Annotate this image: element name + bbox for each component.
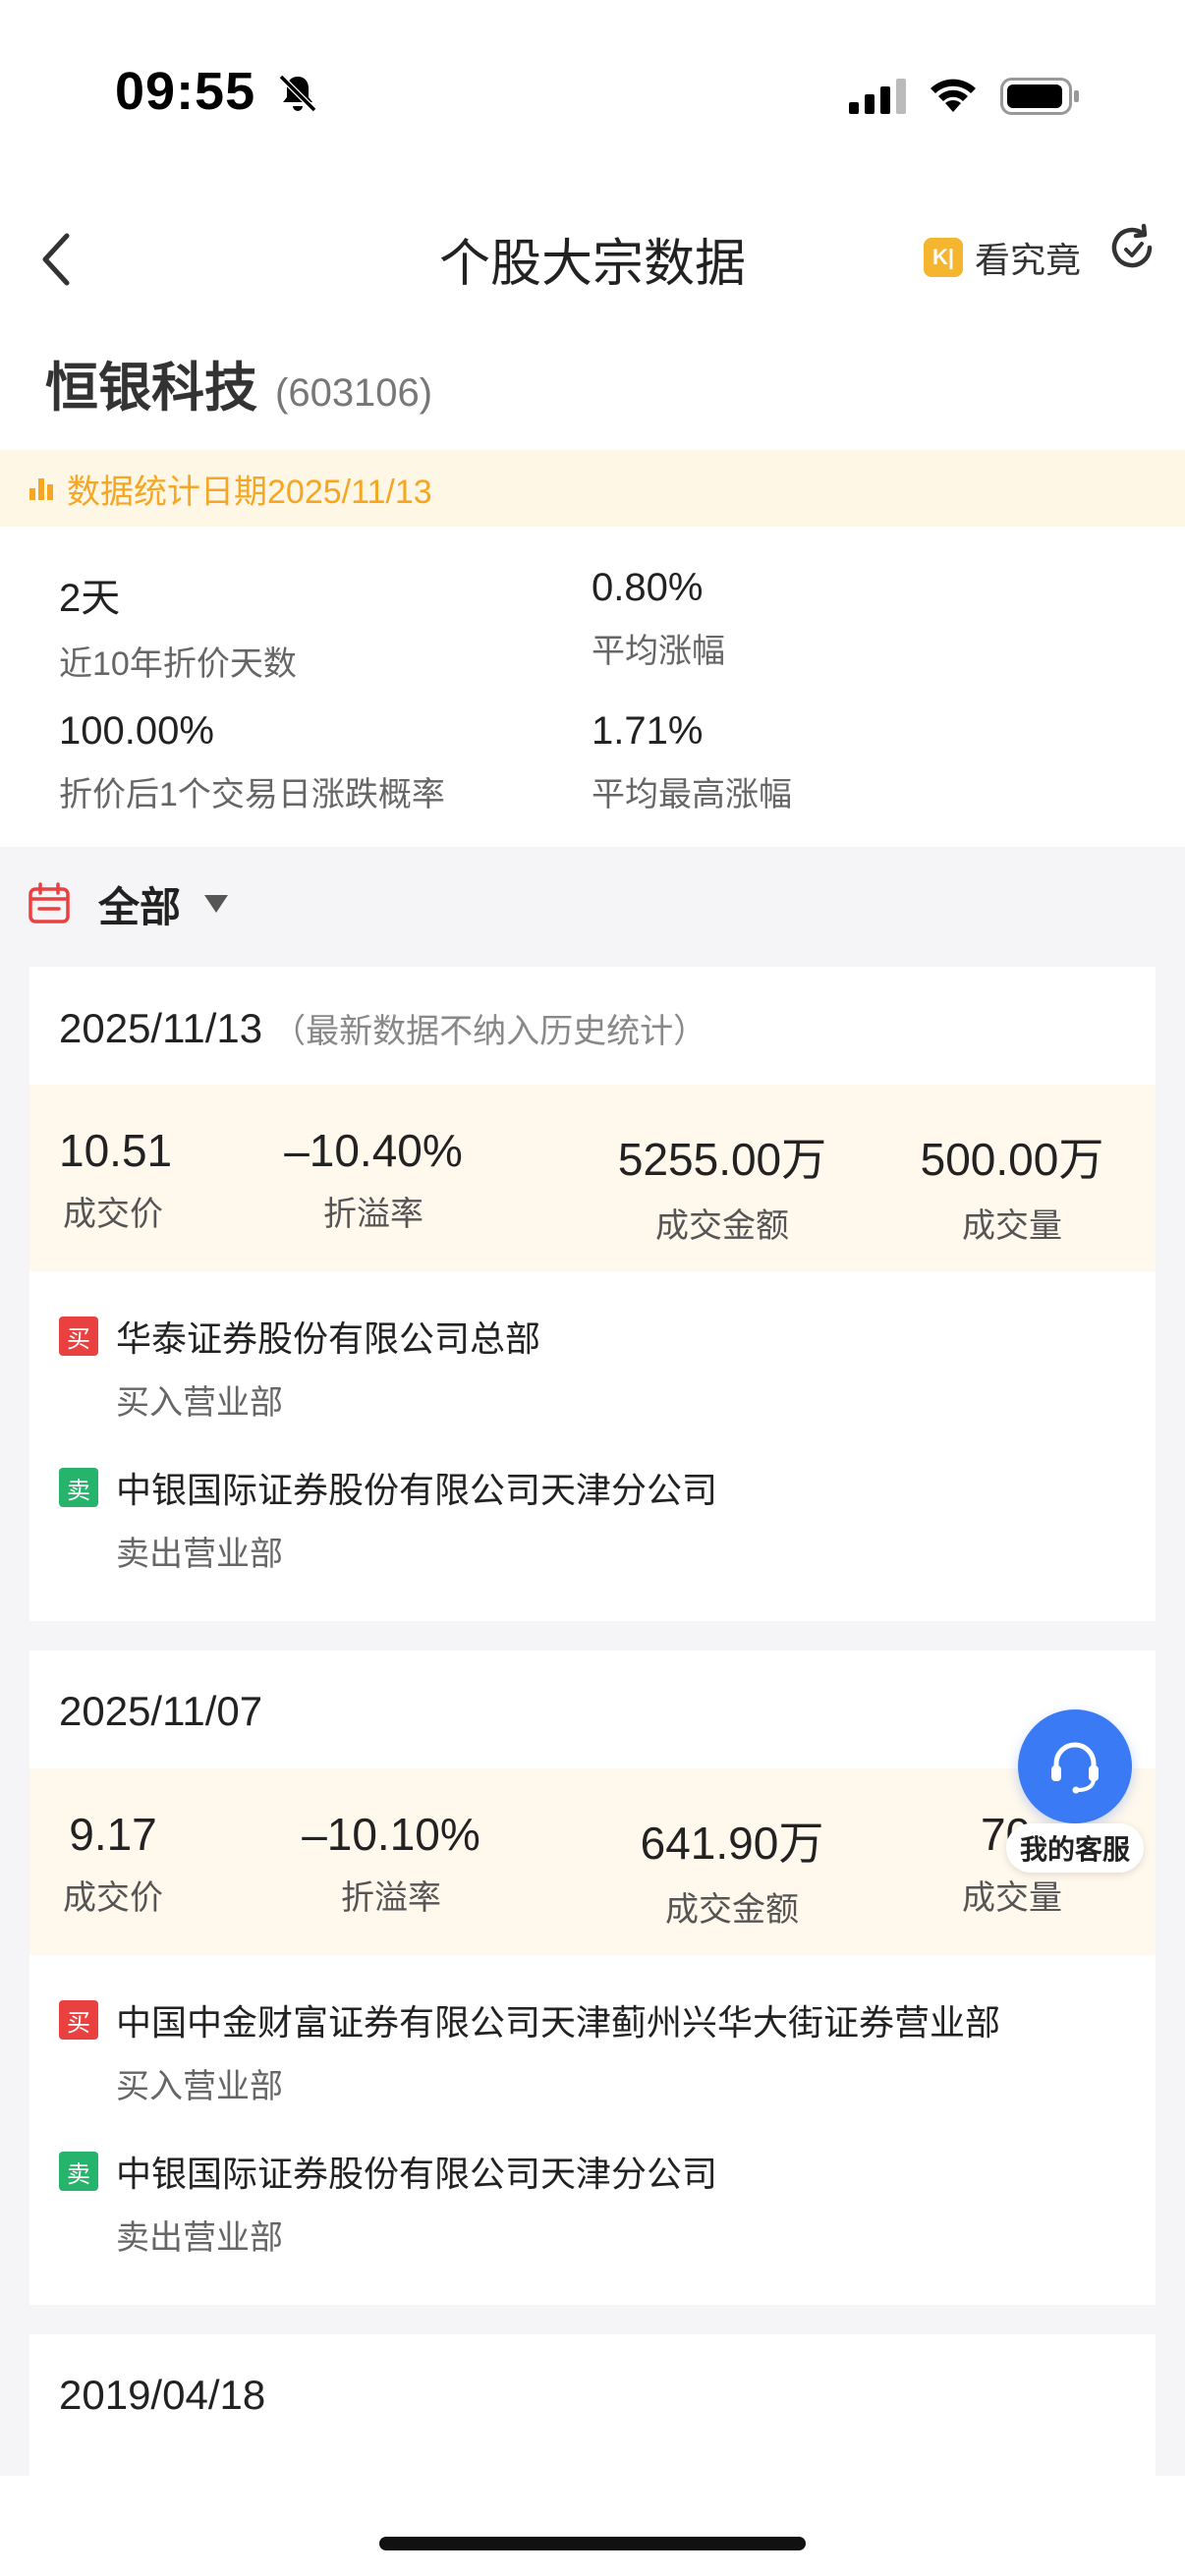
stat-date-bar: 数据统计日期2025/11/13	[0, 450, 1185, 527]
summary-item: 100.00% 折价后1个交易日涨跌概率	[59, 709, 445, 815]
summary-label: 平均最高涨幅	[592, 776, 792, 813]
stat-date-text: 数据统计日期2025/11/13	[67, 473, 432, 511]
metric-label: 成交量	[962, 1879, 1062, 1917]
buy-tag: 买	[59, 1316, 98, 1356]
summary-value: 1.71%	[592, 709, 704, 753]
seller-role: 卖出营业部	[116, 2219, 283, 2257]
caret-down-icon	[204, 895, 229, 913]
summary-label: 近10年折价天数	[59, 645, 297, 683]
summary-value: 100.00%	[59, 709, 214, 753]
kanjiujing-logo-icon: K|	[924, 238, 963, 277]
customer-service-button[interactable]	[1018, 1709, 1132, 1823]
metric-label: 成交价	[63, 1879, 163, 1917]
summary-value: 2天	[59, 577, 121, 620]
trade-date-value: 2019/04/18	[59, 2372, 266, 2418]
summary-grid: 2天 近10年折价天数 0.80% 平均涨幅 100.00% 折价后1个交易日涨…	[0, 542, 1185, 847]
summary-item: 2天 近10年折价天数	[59, 566, 297, 685]
metric-label: 成交金额	[655, 1207, 789, 1245]
bell-muted-icon	[278, 74, 317, 113]
block-trade-card[interactable]: 2025/11/13 （最新数据不纳入历史统计） 10.51 成交价 –10.4…	[29, 967, 1156, 1621]
metric-price: 9.17 成交价	[59, 1808, 167, 1919]
status-time: 09:55	[115, 62, 256, 121]
metric-amount: 641.90万 成交金额	[599, 1808, 865, 1931]
trade-date: 2025/11/07	[59, 1688, 262, 1735]
metric-value: 500.00万	[920, 1134, 1104, 1185]
metric-price: 10.51 成交价	[59, 1124, 173, 1235]
seller-branch: 卖 中银国际证券股份有限公司天津分公司 卖出营业部	[59, 2146, 717, 2259]
headset-icon	[1051, 1742, 1099, 1794]
seller-name: 中银国际证券股份有限公司天津分公司	[116, 2154, 718, 2194]
sell-tag: 卖	[59, 2152, 98, 2191]
metric-label: 成交量	[962, 1207, 1062, 1245]
summary-value: 0.80%	[592, 566, 704, 609]
sell-tag: 卖	[59, 1468, 98, 1507]
customer-service-label[interactable]: 我的客服	[1006, 1823, 1144, 1873]
block-trade-card[interactable]: 2019/04/18	[29, 2334, 1156, 2476]
kanjiujing-label: 看究竟	[975, 240, 1082, 280]
metric-label: 成交金额	[665, 1891, 799, 1929]
wifi-icon	[931, 79, 976, 112]
buyer-name: 中国中金财富证券有限公司天津蓟州兴华大街证券营业部	[116, 2002, 1001, 2043]
summary-item: 0.80% 平均涨幅	[592, 566, 725, 672]
trade-date: 2019/04/18	[59, 2372, 265, 2419]
metric-value: 9.17	[69, 1809, 157, 1860]
calendar-icon	[28, 882, 70, 924]
bottom-safe-area	[0, 2476, 1185, 2576]
bar-chart-icon	[29, 478, 53, 500]
metric-value: –10.10%	[302, 1809, 480, 1860]
kanjiujing-button[interactable]: K| 看究竟	[924, 228, 1081, 287]
buyer-branch: 买 华泰证券股份有限公司总部 买入营业部	[59, 1311, 540, 1424]
refresh-icon[interactable]	[1104, 220, 1159, 275]
stock-name: 恒银科技	[45, 359, 257, 418]
stock-code: (603106)	[275, 371, 433, 415]
battery-icon	[1000, 78, 1079, 115]
filter-dropdown[interactable]: 全部	[28, 874, 229, 933]
trade-date-value: 2025/11/07	[59, 1688, 263, 1734]
block-trade-card[interactable]: 2025/11/07 9.17 成交价 –10.10% 折溢率 641.90万 …	[29, 1651, 1156, 2305]
summary-label: 平均涨幅	[592, 633, 725, 670]
seller-role: 卖出营业部	[116, 1536, 283, 1573]
metric-amount: 5255.00万 成交金额	[570, 1124, 875, 1247]
metric-label: 折溢率	[323, 1196, 423, 1233]
metric-value: –10.40%	[284, 1125, 463, 1176]
status-bar: 09:55	[0, 0, 1185, 187]
buy-tag: 买	[59, 2000, 98, 2040]
summary-item: 1.71% 平均最高涨幅	[592, 709, 792, 815]
buyer-branch: 买 中国中金财富证券有限公司天津蓟州兴华大街证券营业部 买入营业部	[59, 1994, 1000, 2107]
stock-heading: 恒银科技 (603106)	[45, 344, 432, 421]
trade-metrics: 9.17 成交价 –10.10% 折溢率 641.90万 成交金额 70. 成交…	[29, 1768, 1156, 1955]
buyer-role: 买入营业部	[116, 1384, 283, 1422]
buyer-role: 买入营业部	[116, 2068, 283, 2105]
trade-date: 2025/11/13 （最新数据不纳入历史统计）	[59, 1004, 706, 1052]
metric-value: 641.90万	[640, 1818, 824, 1869]
metric-value: 5255.00万	[617, 1134, 827, 1185]
home-indicator[interactable]	[379, 2537, 806, 2550]
metric-volume: 500.00万 成交量	[904, 1124, 1120, 1247]
summary-label: 折价后1个交易日涨跌概率	[59, 776, 445, 813]
nav-header: 个股大宗数据 K| 看究竟	[0, 187, 1185, 334]
metric-label: 折溢率	[341, 1879, 441, 1917]
filter-label: 全部	[98, 883, 182, 930]
cellular-signal-icon	[849, 79, 906, 114]
seller-name: 中银国际证券股份有限公司天津分公司	[116, 1470, 718, 1510]
trade-date-value: 2025/11/13	[59, 1005, 263, 1051]
buyer-name: 华泰证券股份有限公司总部	[116, 1318, 541, 1359]
metric-label: 成交价	[63, 1196, 163, 1233]
trade-metrics: 10.51 成交价 –10.40% 折溢率 5255.00万 成交金额 500.…	[29, 1085, 1156, 1271]
trade-date-note: （最新数据不纳入历史统计）	[272, 1013, 707, 1050]
metric-premium: –10.40% 折溢率	[275, 1124, 472, 1235]
seller-branch: 卖 中银国际证券股份有限公司天津分公司 卖出营业部	[59, 1462, 717, 1575]
metric-value: 10.51	[59, 1125, 173, 1176]
metric-premium: –10.10% 折溢率	[293, 1808, 489, 1919]
